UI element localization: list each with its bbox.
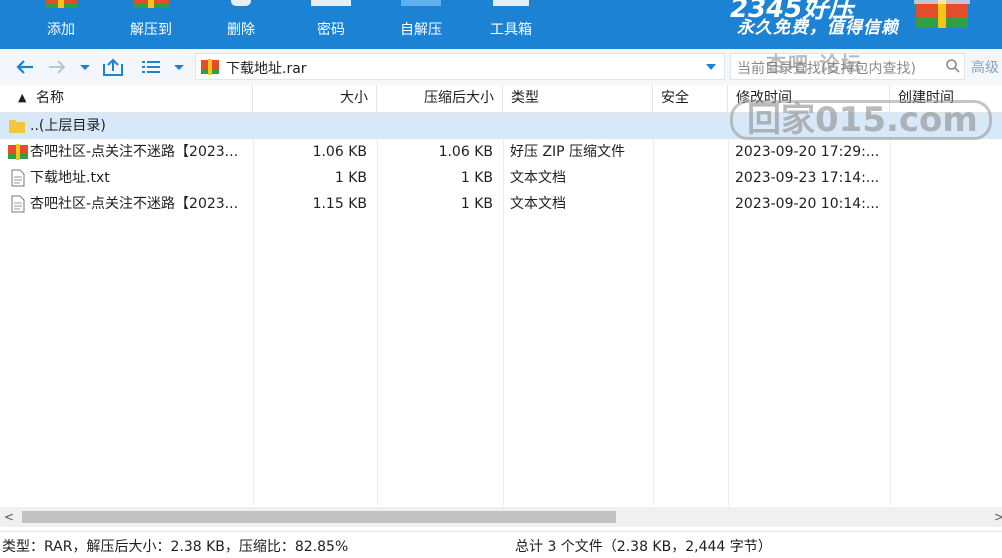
file-row[interactable]: 杏吧社区-点关注不迷路【2023... 1.06 KB 1.06 KB 好压 Z…: [0, 139, 1002, 165]
view-list-icon[interactable]: [140, 56, 162, 78]
search-placeholder: 当前目录查找(支持包内查找): [737, 61, 916, 77]
haozip-logo-icon: [914, 0, 970, 28]
file-name: 杏吧社区-点关注不迷路【2023...: [30, 144, 239, 160]
file-packed-size: 1 KB: [460, 196, 493, 212]
search-input[interactable]: 当前目录查找(支持包内查找): [730, 53, 965, 80]
self-extract-button[interactable]: 自解压: [386, 0, 456, 49]
scrollbar-thumb[interactable]: [22, 511, 616, 523]
add-button[interactable]: 添加: [26, 0, 96, 49]
column-header-name[interactable]: ▲ 名称: [0, 85, 253, 112]
scroll-right-icon[interactable]: >: [994, 510, 1002, 524]
file-size: 1.15 KB: [312, 196, 367, 212]
file-list-header: ▲ 名称 大小 压缩后大小 类型 安全 修改时间 创建时间: [0, 85, 1002, 113]
path-dropdown-icon[interactable]: [706, 63, 716, 71]
file-modified: 2023-09-20 17:29:...: [735, 144, 880, 160]
add-archive-icon: [45, 0, 77, 8]
rar-archive-icon: [201, 59, 219, 75]
up-folder-icon[interactable]: [102, 56, 124, 78]
brand-slogan: 永久免费，值得信赖: [737, 18, 899, 38]
extract-to-icon: [133, 0, 169, 8]
password-button[interactable]: 密码: [296, 0, 366, 49]
path-text: 下载地址.rar: [226, 61, 307, 77]
path-field[interactable]: 下载地址.rar: [195, 53, 725, 80]
sort-up-icon: ▲: [18, 91, 27, 104]
forward-arrow-icon[interactable]: [46, 56, 68, 78]
file-modified: 2023-09-20 10:14:...: [735, 196, 880, 212]
search-icon[interactable]: [945, 58, 961, 74]
self-extract-icon: [401, 0, 441, 6]
file-row[interactable]: 杏吧社区-点关注不迷路【2023... 1.15 KB 1 KB 文本文档 20…: [0, 191, 1002, 217]
status-total-info: 总计 3 个文件（2.38 KB，2,444 字节）: [515, 539, 772, 555]
column-header-size[interactable]: 大小: [253, 85, 377, 112]
column-header-packed[interactable]: 压缩后大小: [377, 85, 503, 112]
main-toolbar: 添加 解压到 删除 密码 自解压 工具箱 2345好压 永久免费，值得信赖: [0, 0, 1002, 49]
file-modified: 2023-09-23 17:14:...: [735, 170, 880, 186]
zip-archive-icon: [8, 144, 28, 160]
status-archive-info: 类型：RAR，解压后大小：2.38 KB，压缩比：82.85%: [2, 539, 349, 555]
file-row[interactable]: 下载地址.txt 1 KB 1 KB 文本文档 2023-09-23 17:14…: [0, 165, 1002, 191]
file-type: 好压 ZIP 压缩文件: [510, 144, 626, 160]
password-icon: [311, 0, 351, 6]
toolbox-button[interactable]: 工具箱: [476, 0, 546, 49]
file-packed-size: 1 KB: [460, 170, 493, 186]
parent-folder-row[interactable]: ..(上层目录): [0, 113, 1002, 139]
view-dropdown-icon[interactable]: [172, 56, 186, 78]
back-arrow-icon[interactable]: [14, 56, 36, 78]
file-size: 1 KB: [334, 170, 367, 186]
horizontal-scrollbar[interactable]: < >: [0, 507, 1002, 527]
extract-to-button[interactable]: 解压到: [116, 0, 186, 49]
history-dropdown-icon[interactable]: [78, 56, 92, 78]
folder-up-icon: [9, 120, 25, 133]
scroll-left-icon[interactable]: <: [4, 510, 16, 524]
file-name: ..(上层目录): [30, 118, 106, 134]
file-type: 文本文档: [510, 196, 566, 212]
column-header-type[interactable]: 类型: [503, 85, 653, 112]
file-packed-size: 1.06 KB: [438, 144, 493, 160]
text-file-icon: [11, 195, 25, 213]
file-name: 下载地址.txt: [30, 170, 110, 186]
file-name: 杏吧社区-点关注不迷路【2023...: [30, 196, 239, 212]
brand-area: 2345好压 永久免费，值得信赖: [712, 0, 1002, 49]
toolbox-icon: [493, 0, 529, 6]
delete-icon: [231, 0, 251, 6]
column-header-security[interactable]: 安全: [653, 85, 728, 112]
delete-button[interactable]: 删除: [206, 0, 276, 49]
file-type: 文本文档: [510, 170, 566, 186]
column-header-modified[interactable]: 修改时间: [728, 85, 890, 112]
text-file-icon: [11, 169, 25, 187]
advanced-search-link[interactable]: 高级: [971, 57, 999, 77]
column-header-created[interactable]: 创建时间: [890, 85, 1002, 112]
file-size: 1.06 KB: [312, 144, 367, 160]
status-bar: 类型：RAR，解压后大小：2.38 KB，压缩比：82.85% 总计 3 个文件…: [0, 531, 1002, 558]
